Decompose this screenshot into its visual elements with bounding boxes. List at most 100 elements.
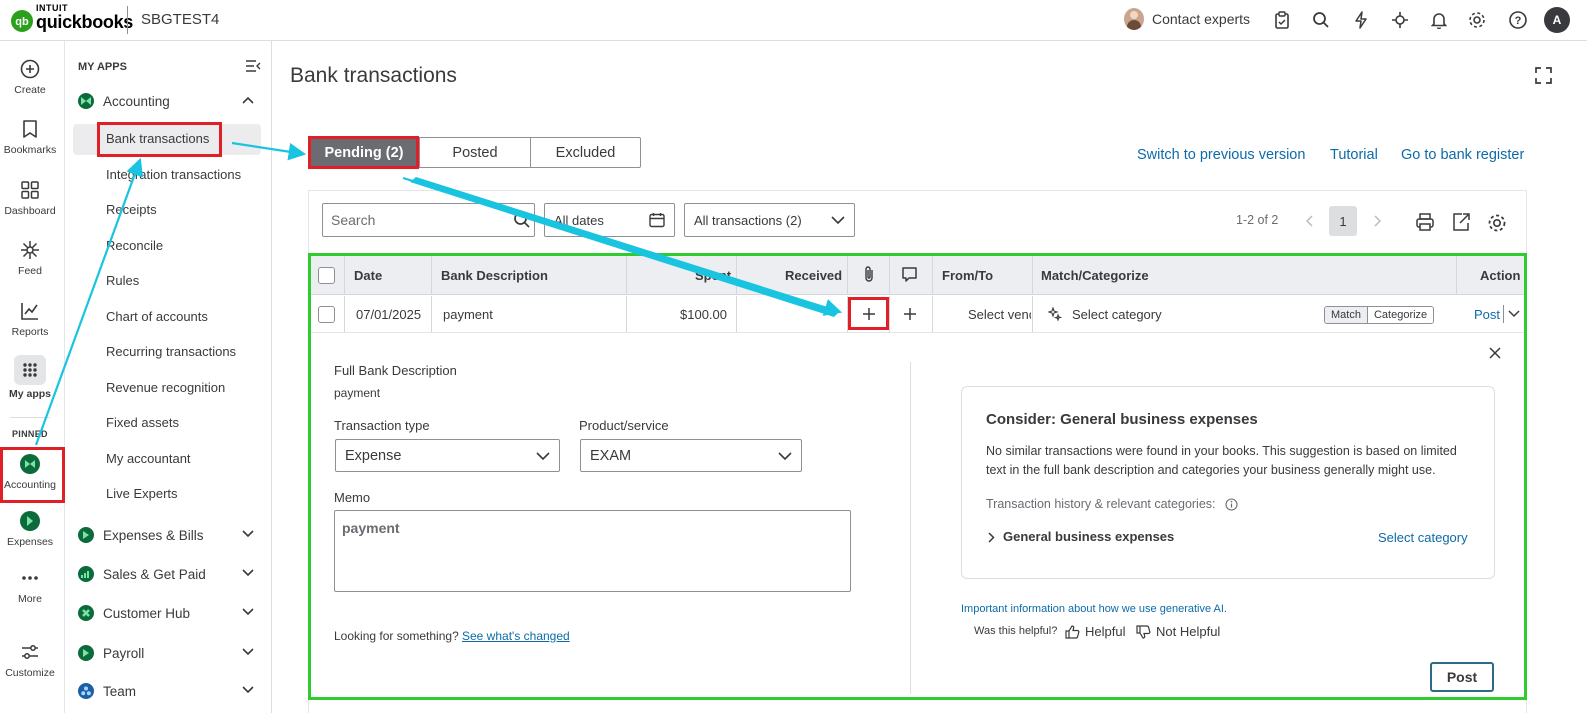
plus-circle-icon: [18, 57, 42, 81]
rail-dashboard[interactable]: Dashboard: [0, 178, 60, 217]
divider: [127, 6, 128, 34]
sidebar-group-team[interactable]: Team: [78, 683, 258, 699]
current-page[interactable]: 1: [1329, 206, 1357, 236]
chevron-down-icon: [242, 530, 254, 538]
gear-icon[interactable]: [1467, 10, 1487, 30]
sidebar-item-recurring-transactions[interactable]: Recurring transactions: [106, 344, 236, 359]
chart-icon: [18, 299, 42, 323]
rail-my-apps[interactable]: My apps: [0, 355, 60, 400]
tutorial-link[interactable]: Tutorial: [1330, 147, 1378, 163]
lightning-icon[interactable]: [1351, 10, 1371, 30]
tab-posted[interactable]: Posted: [419, 138, 530, 167]
rail-more[interactable]: More: [0, 566, 60, 605]
sidebar-item-live-experts[interactable]: Live Experts: [106, 486, 178, 501]
accounting-label: Accounting: [103, 93, 170, 109]
help-icon[interactable]: ?: [1508, 10, 1528, 30]
rail-customize[interactable]: Customize: [0, 640, 60, 679]
date-filter[interactable]: All dates: [544, 203, 675, 237]
collapse-sidebar-icon[interactable]: [245, 60, 261, 72]
rail-customize-label: Customize: [5, 667, 55, 679]
integration-icon[interactable]: [1390, 10, 1410, 30]
tab-excluded[interactable]: Excluded: [530, 138, 640, 167]
clipboard-icon[interactable]: [1272, 10, 1292, 30]
bell-icon[interactable]: [1429, 10, 1449, 30]
bookmark-icon: [18, 117, 42, 141]
bank-register-link[interactable]: Go to bank register: [1401, 147, 1524, 163]
search-icon[interactable]: [1311, 10, 1331, 30]
next-page-icon[interactable]: [1373, 215, 1381, 227]
pinned-label: PINNED: [12, 429, 48, 439]
expenses-app-icon: [78, 527, 94, 543]
contact-experts-label: Contact experts: [1152, 11, 1251, 27]
rail-divider: [10, 417, 50, 418]
search-icon: [513, 211, 531, 229]
customer-hub-label: Customer Hub: [103, 605, 191, 621]
highlight-box-red: [848, 297, 889, 330]
settings-gear-icon[interactable]: [1487, 213, 1507, 233]
switch-version-link[interactable]: Switch to previous version: [1137, 147, 1305, 163]
company-name[interactable]: SBGTEST4: [141, 11, 219, 28]
rail-reports[interactable]: Reports: [0, 299, 60, 338]
highlight-box-green: [308, 253, 1527, 700]
user-avatar[interactable]: A: [1544, 7, 1570, 33]
sidebar-item-receipts[interactable]: Receipts: [106, 202, 157, 217]
rail-expenses-label: Expenses: [6, 536, 54, 548]
payroll-label: Payroll: [103, 645, 145, 661]
prev-page-icon[interactable]: [1306, 215, 1314, 227]
transaction-filter[interactable]: All transactions (2): [684, 203, 855, 237]
pagination-range: 1-2 of 2: [1236, 213, 1279, 227]
brand-name-text: quickbooks: [36, 12, 134, 32]
rail-more-label: More: [18, 593, 42, 605]
brand-logo: INTUIT quickbooks: [36, 4, 134, 32]
chevron-down-icon: [242, 569, 254, 577]
export-icon[interactable]: [1451, 212, 1471, 232]
sidebar-group-sales[interactable]: Sales & Get Paid: [78, 566, 258, 582]
sidebar-item-rules[interactable]: Rules: [106, 273, 139, 288]
chevron-down-icon: [242, 686, 254, 694]
rail-bookmarks-label: Bookmarks: [3, 144, 57, 156]
rail-create[interactable]: Create: [0, 57, 60, 96]
grid-icon: [18, 178, 42, 202]
sidebar-group-customer-hub[interactable]: Customer Hub: [78, 605, 258, 621]
highlight-box-red: [97, 122, 222, 157]
chevron-down-icon: [242, 648, 254, 656]
sidebar-item-my-accountant[interactable]: My accountant: [106, 451, 191, 466]
accounting-app-icon: [78, 93, 94, 109]
chevron-up-icon: [242, 96, 254, 104]
my-apps-title: MY APPS: [78, 61, 127, 73]
sliders-icon: [18, 640, 42, 664]
rail-create-label: Create: [14, 84, 46, 96]
fullscreen-icon[interactable]: [1535, 67, 1552, 84]
expert-avatar: [1124, 8, 1144, 30]
print-icon[interactable]: [1415, 212, 1435, 232]
highlight-box-red: [0, 447, 65, 503]
sidebar-item-integration-transactions[interactable]: Integration transactions: [106, 167, 241, 182]
apps-icon: [14, 355, 46, 385]
sidebar-group-expenses[interactable]: Expenses & Bills: [78, 527, 258, 543]
sales-label: Sales & Get Paid: [103, 566, 206, 582]
sidebar-item-chart-of-accounts[interactable]: Chart of accounts: [106, 309, 208, 324]
rail-bookmarks[interactable]: Bookmarks: [0, 117, 60, 156]
rail-reports-label: Reports: [11, 326, 49, 338]
rail-pinned-expenses[interactable]: Expenses: [0, 509, 60, 548]
rail-feed[interactable]: Feed: [0, 238, 60, 277]
sidebar-group-accounting[interactable]: Accounting: [78, 93, 258, 109]
top-bar: [0, 0, 1587, 41]
more-dots-icon: [18, 566, 42, 590]
rail-feed-label: Feed: [18, 265, 42, 277]
sidebar-item-fixed-assets[interactable]: Fixed assets: [106, 415, 179, 430]
customer-hub-icon: [78, 605, 94, 621]
sidebar-item-reconcile[interactable]: Reconcile: [106, 238, 163, 253]
sidebar-group-payroll[interactable]: Payroll: [78, 645, 258, 661]
page-title: Bank transactions: [290, 64, 457, 87]
search-input[interactable]: [322, 203, 535, 237]
contact-experts-button[interactable]: Contact experts: [1124, 8, 1250, 30]
rail-my-apps-label: My apps: [8, 388, 51, 400]
svg-text:?: ?: [1515, 15, 1522, 27]
highlight-box-red: [308, 136, 419, 169]
quickbooks-logo-icon[interactable]: qb: [11, 10, 33, 32]
payroll-app-icon: [78, 645, 94, 661]
sidebar-item-revenue-recognition[interactable]: Revenue recognition: [106, 380, 225, 395]
team-label: Team: [103, 683, 137, 699]
chevron-down-icon: [831, 216, 845, 224]
